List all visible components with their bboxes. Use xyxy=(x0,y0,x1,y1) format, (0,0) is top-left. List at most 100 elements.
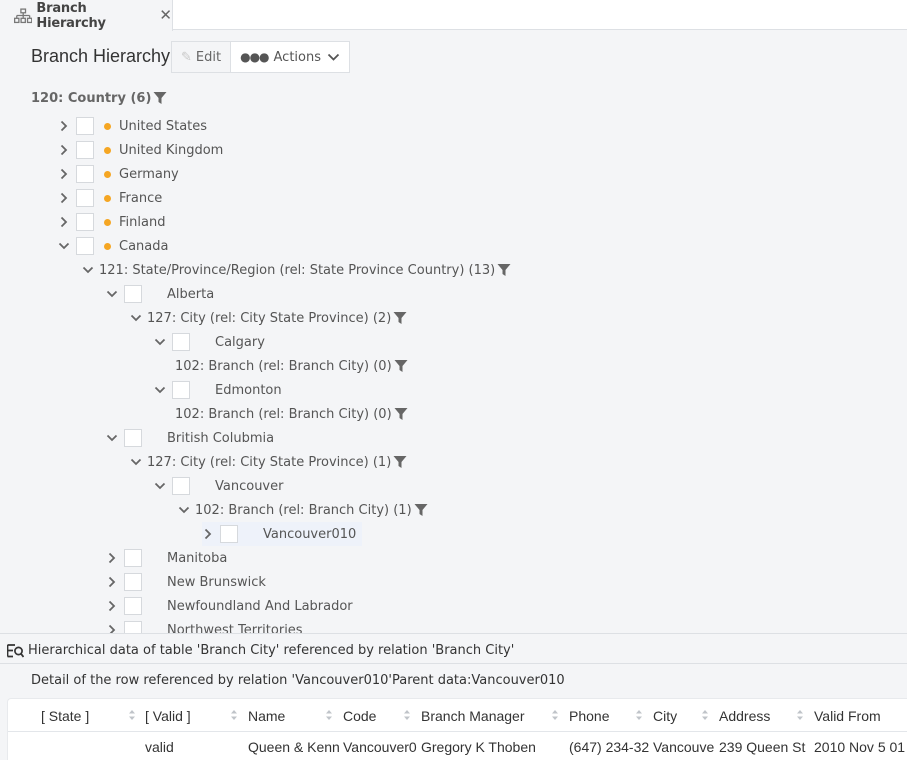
node-checkbox[interactable] xyxy=(124,285,142,303)
chevron-right-icon[interactable] xyxy=(58,144,70,156)
filter-icon[interactable] xyxy=(414,503,428,517)
node-checkbox[interactable] xyxy=(76,141,94,159)
node-checkbox[interactable] xyxy=(76,117,94,135)
chevron-down-icon[interactable] xyxy=(154,384,166,396)
chevron-right-icon[interactable] xyxy=(106,576,118,588)
chevron-down-icon[interactable] xyxy=(106,288,118,300)
chevron-right-icon[interactable] xyxy=(202,528,214,540)
column-header-branch-manager[interactable]: Branch Manager xyxy=(421,699,525,732)
close-icon[interactable]: ✕ xyxy=(159,8,172,23)
tree-node-city[interactable]: Edmonton xyxy=(154,378,282,402)
sort-icon[interactable] xyxy=(403,708,411,722)
status-dot xyxy=(104,122,111,130)
node-label: Canada xyxy=(119,238,169,254)
node-checkbox[interactable] xyxy=(124,573,142,591)
node-label: Newfoundland And Labrador xyxy=(167,598,353,614)
tree-node-province[interactable]: Northwest Territories xyxy=(106,618,303,633)
node-checkbox[interactable] xyxy=(124,549,142,567)
sort-icon[interactable] xyxy=(635,708,643,722)
node-checkbox[interactable] xyxy=(76,213,94,231)
tree-node-city[interactable]: Calgary xyxy=(154,330,265,354)
actions-button[interactable]: ●●● Actions xyxy=(231,42,349,72)
chevron-down-icon[interactable] xyxy=(106,432,118,444)
tree-node-country-canada[interactable]: Canada xyxy=(58,234,168,258)
column-header-phone[interactable]: Phone xyxy=(569,699,609,732)
node-checkbox[interactable] xyxy=(172,477,190,495)
tree-node-country[interactable]: Finland xyxy=(58,210,165,234)
tree-group-branch: 102: Branch (rel: Branch City) (0) xyxy=(175,354,408,378)
more-icon: ●●● xyxy=(240,50,269,64)
filter-icon[interactable] xyxy=(394,359,408,373)
node-checkbox[interactable] xyxy=(124,621,142,633)
tree-node-country[interactable]: France xyxy=(58,186,162,210)
filter-icon[interactable] xyxy=(393,311,407,325)
tree-node-province[interactable]: New Brunswick xyxy=(106,570,266,594)
column-header-name[interactable]: Name xyxy=(248,699,285,732)
tree-node-country[interactable]: United Kingdom xyxy=(58,138,223,162)
node-checkbox[interactable] xyxy=(76,165,94,183)
chevron-down-icon[interactable] xyxy=(130,312,142,324)
page-title: Branch Hierarchy xyxy=(31,46,171,66)
node-checkbox[interactable] xyxy=(172,381,190,399)
column-header-valid-from[interactable]: Valid From xyxy=(814,699,881,732)
chevron-right-icon[interactable] xyxy=(106,600,118,612)
node-checkbox[interactable] xyxy=(76,189,94,207)
chevron-right-icon[interactable] xyxy=(58,192,70,204)
sort-icon[interactable] xyxy=(325,708,333,722)
column-header-city[interactable]: City xyxy=(653,699,677,732)
filter-icon[interactable] xyxy=(497,263,511,277)
group-label: 127: City (rel: City State Province) (2) xyxy=(147,310,392,326)
chevron-down-icon[interactable] xyxy=(130,456,142,468)
sort-icon[interactable] xyxy=(230,708,238,722)
node-checkbox[interactable] xyxy=(76,237,94,255)
tree-node-province[interactable]: Newfoundland And Labrador xyxy=(106,594,353,618)
table-search-icon xyxy=(7,643,24,658)
chevron-down-icon[interactable] xyxy=(178,504,190,516)
tree-group-state[interactable]: 121: State/Province/Region (rel: State P… xyxy=(82,258,511,282)
tab-branch-hierarchy[interactable]: Branch Hierarchy ✕ xyxy=(0,0,173,31)
tree-group-city[interactable]: 127: City (rel: City State Province) (2) xyxy=(130,306,407,330)
tree-node-country[interactable]: United States xyxy=(58,114,207,138)
node-checkbox[interactable] xyxy=(124,597,142,615)
node-label: Germany xyxy=(119,166,179,182)
panel-divider[interactable] xyxy=(0,633,907,634)
detail-caption: Detail of the row referenced by relation… xyxy=(31,673,565,688)
sort-icon[interactable] xyxy=(551,708,559,722)
tree-node-branch-selected[interactable]: Vancouver010 xyxy=(202,522,363,546)
chevron-down-icon[interactable] xyxy=(154,480,166,492)
edit-button[interactable]: ✎ Edit xyxy=(172,42,232,72)
chevron-right-icon[interactable] xyxy=(58,120,70,132)
chevron-right-icon[interactable] xyxy=(106,624,118,633)
status-dot xyxy=(104,194,111,202)
node-checkbox[interactable] xyxy=(124,429,142,447)
node-label: Northwest Territories xyxy=(167,622,303,634)
tree-node-country[interactable]: Germany xyxy=(58,162,179,186)
column-header-address[interactable]: Address xyxy=(719,699,770,732)
filter-icon[interactable] xyxy=(394,407,408,421)
tree-node-province[interactable]: Alberta xyxy=(106,282,214,306)
sort-icon[interactable] xyxy=(796,708,804,722)
node-label: France xyxy=(119,190,163,206)
sort-icon[interactable] xyxy=(128,708,136,722)
node-checkbox[interactable] xyxy=(172,333,190,351)
tree-group-branch[interactable]: 102: Branch (rel: Branch City) (1) xyxy=(178,498,428,522)
column-header-valid[interactable]: [ Valid ] xyxy=(145,699,191,732)
edit-label: Edit xyxy=(195,49,222,65)
filter-icon[interactable] xyxy=(153,91,167,105)
chevron-right-icon[interactable] xyxy=(58,168,70,180)
chevron-right-icon[interactable] xyxy=(58,216,70,228)
chevron-down-icon[interactable] xyxy=(82,264,94,276)
sort-icon[interactable] xyxy=(701,708,709,722)
node-checkbox[interactable] xyxy=(220,525,238,543)
cell-city: Vancouve xyxy=(653,739,715,755)
tree-node-city[interactable]: Vancouver xyxy=(154,474,283,498)
filter-icon[interactable] xyxy=(393,455,407,469)
tree-group-city[interactable]: 127: City (rel: City State Province) (1) xyxy=(130,450,407,474)
chevron-down-icon[interactable] xyxy=(154,336,166,348)
tree-node-province[interactable]: British Colubmia xyxy=(106,426,274,450)
tree-node-province[interactable]: Manitoba xyxy=(106,546,227,570)
column-header-state[interactable]: [ State ] xyxy=(41,699,89,732)
chevron-down-icon[interactable] xyxy=(58,240,70,252)
column-header-code[interactable]: Code xyxy=(343,699,376,732)
chevron-right-icon[interactable] xyxy=(106,552,118,564)
